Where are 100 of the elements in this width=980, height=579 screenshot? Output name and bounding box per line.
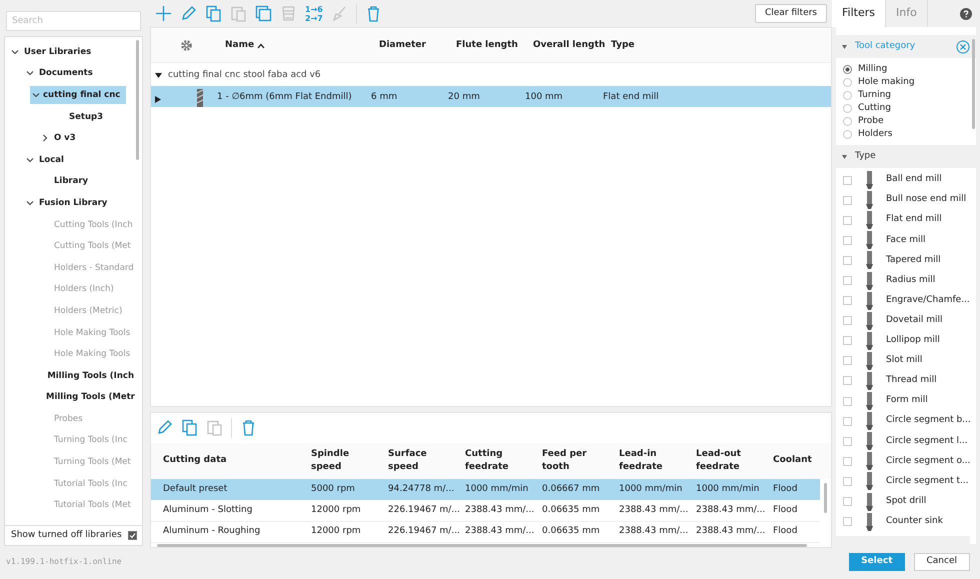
table-cell-text: 1000 mm/min bbox=[619, 482, 684, 496]
checkbox[interactable] bbox=[843, 456, 852, 466]
table-cell-text: 12000 rpm bbox=[311, 525, 362, 538]
checkbox[interactable] bbox=[843, 316, 852, 326]
radio-button[interactable] bbox=[843, 78, 852, 87]
checkbox[interactable] bbox=[843, 336, 852, 346]
duplicate-icon[interactable] bbox=[255, 5, 272, 22]
column-header[interactable]: Overall length bbox=[533, 38, 606, 52]
radio-label: Cutting bbox=[858, 102, 891, 115]
column-header[interactable]: Feed per tooth bbox=[542, 448, 619, 474]
checkbox[interactable] bbox=[843, 476, 852, 486]
column-header[interactable]: Diameter bbox=[379, 38, 426, 52]
checkbox-label: Bull nose end mill bbox=[886, 193, 966, 206]
cutter-icon bbox=[864, 211, 874, 230]
column-header[interactable]: Spindle speed bbox=[311, 448, 388, 474]
table-row[interactable]: Aluminum - Roughing 12000 rpm 226.19467 m/... 2388.43 mm/... 0.06635 mm 2388.43 mm/... 2388.43 mm/... Flood bbox=[151, 522, 820, 544]
checkbox[interactable] bbox=[843, 376, 852, 386]
trash-icon[interactable] bbox=[240, 419, 257, 436]
column-header[interactable]: Surface speed bbox=[388, 448, 465, 474]
table-row[interactable]: Default preset 5000 rpm 94.24778 m/... 1000 mm/min 0.06667 mm 1000 mm/min 1000 mm/min Flood bbox=[151, 478, 820, 500]
cutter-icon bbox=[864, 251, 874, 270]
radio-button[interactable] bbox=[843, 104, 852, 113]
checkbox[interactable] bbox=[843, 256, 852, 265]
column-header[interactable]: Name bbox=[225, 38, 254, 52]
table-cell-text: 1000 mm/min bbox=[696, 482, 760, 496]
clear-icon bbox=[956, 40, 970, 54]
help-icon[interactable] bbox=[960, 8, 972, 20]
checkbox-label: Flat end mill bbox=[886, 213, 942, 226]
radio-button[interactable] bbox=[843, 65, 852, 74]
checkbox-label: Thread mill bbox=[886, 374, 937, 388]
cutter-icon bbox=[864, 512, 874, 531]
column-header[interactable]: Cutting data bbox=[163, 454, 311, 468]
search-field[interactable]: Search bbox=[6, 11, 141, 31]
checkbox[interactable] bbox=[843, 216, 852, 225]
paste-icon[interactable] bbox=[230, 5, 247, 22]
tree-item[interactable]: Milling Tools (Inch bbox=[45, 366, 136, 385]
checkbox-label: Lollipop mill bbox=[886, 334, 940, 348]
copy-icon[interactable] bbox=[181, 419, 198, 436]
cancel-button[interactable]: Cancel bbox=[914, 553, 970, 571]
checkbox-label: Spot drill bbox=[886, 494, 926, 508]
radio-label: Turning bbox=[858, 88, 891, 102]
cutter-icon bbox=[864, 171, 874, 190]
table-cell-text: Flood bbox=[773, 525, 798, 538]
tree-item[interactable]: User Libraries bbox=[22, 42, 94, 61]
radio-button[interactable] bbox=[843, 117, 852, 126]
cutter-icon bbox=[864, 392, 874, 410]
clear-filters-button[interactable]: Clear filters bbox=[754, 4, 827, 23]
checkbox[interactable] bbox=[843, 517, 852, 526]
checkbox[interactable] bbox=[843, 236, 852, 245]
table-cell-text: Flood bbox=[773, 482, 798, 496]
column-header[interactable]: Flute length bbox=[456, 38, 518, 52]
tree-item[interactable]: Local bbox=[37, 150, 66, 169]
checkbox[interactable] bbox=[128, 531, 137, 540]
holder-icon[interactable] bbox=[280, 5, 297, 22]
column-header[interactable]: Coolant bbox=[773, 454, 831, 468]
checkbox[interactable] bbox=[843, 196, 852, 205]
cutter-icon bbox=[864, 352, 874, 370]
column-header[interactable]: Cutting feedrate bbox=[465, 448, 542, 474]
copy-icon[interactable] bbox=[205, 5, 222, 22]
tree-item[interactable]: Milling Tools (Metr bbox=[44, 388, 136, 406]
column-header[interactable]: Lead-in feedrate bbox=[619, 448, 696, 474]
tree-item[interactable]: Library bbox=[52, 172, 90, 190]
checkbox[interactable] bbox=[843, 436, 852, 446]
tree-item[interactable]: Setup3 bbox=[67, 108, 105, 126]
checkbox-label: Slot mill bbox=[886, 354, 922, 368]
cutter-icon bbox=[864, 312, 874, 330]
checkbox[interactable] bbox=[843, 497, 852, 506]
radio-label: Probe bbox=[858, 114, 884, 128]
checkbox[interactable] bbox=[843, 276, 852, 286]
add-icon[interactable] bbox=[155, 5, 172, 22]
table-cell-text: 2388.43 mm/... bbox=[696, 525, 766, 538]
pencil-icon[interactable] bbox=[180, 5, 197, 22]
tree-item[interactable]: Documents bbox=[37, 64, 95, 82]
checkbox[interactable] bbox=[843, 296, 852, 306]
table-cell-text: Aluminum - Roughing bbox=[163, 525, 262, 538]
broom-icon[interactable] bbox=[330, 5, 348, 22]
end-mill-icon bbox=[196, 89, 204, 107]
cutter-icon bbox=[864, 191, 874, 210]
tree-item[interactable]: O v3 bbox=[52, 129, 78, 148]
checkbox[interactable] bbox=[843, 356, 852, 366]
checkbox[interactable] bbox=[843, 176, 852, 185]
cutter-icon bbox=[864, 332, 874, 350]
table-row[interactable]: 1 - ∅6mm (6mm Flat Endmill) 6 mm 20 mm 100 mm Flat end mill bbox=[151, 86, 831, 107]
radio-button[interactable] bbox=[843, 130, 852, 139]
column-header[interactable]: Lead-out feedrate bbox=[696, 448, 773, 474]
table-cell-text: 6 mm bbox=[370, 91, 398, 104]
tree-item[interactable]: cutting final cnc bbox=[30, 86, 126, 104]
checkbox[interactable] bbox=[843, 396, 852, 406]
checkbox-label: Circle segment t... bbox=[886, 474, 969, 488]
column-header[interactable]: Type bbox=[611, 38, 634, 52]
tree-item[interactable]: Fusion Library bbox=[37, 194, 110, 212]
checkbox-label: Show turned off libraries bbox=[11, 528, 122, 542]
checkbox[interactable] bbox=[843, 416, 852, 426]
tab[interactable]: Filters bbox=[832, 0, 886, 27]
radio-button[interactable] bbox=[843, 91, 852, 100]
paste-icon[interactable] bbox=[206, 419, 223, 436]
group-label: cutting final cnc stool faba acd v6 bbox=[168, 68, 321, 82]
section-header[interactable]: Type bbox=[836, 145, 976, 168]
cutter-icon bbox=[864, 272, 874, 290]
pencil-icon[interactable] bbox=[156, 419, 173, 436]
